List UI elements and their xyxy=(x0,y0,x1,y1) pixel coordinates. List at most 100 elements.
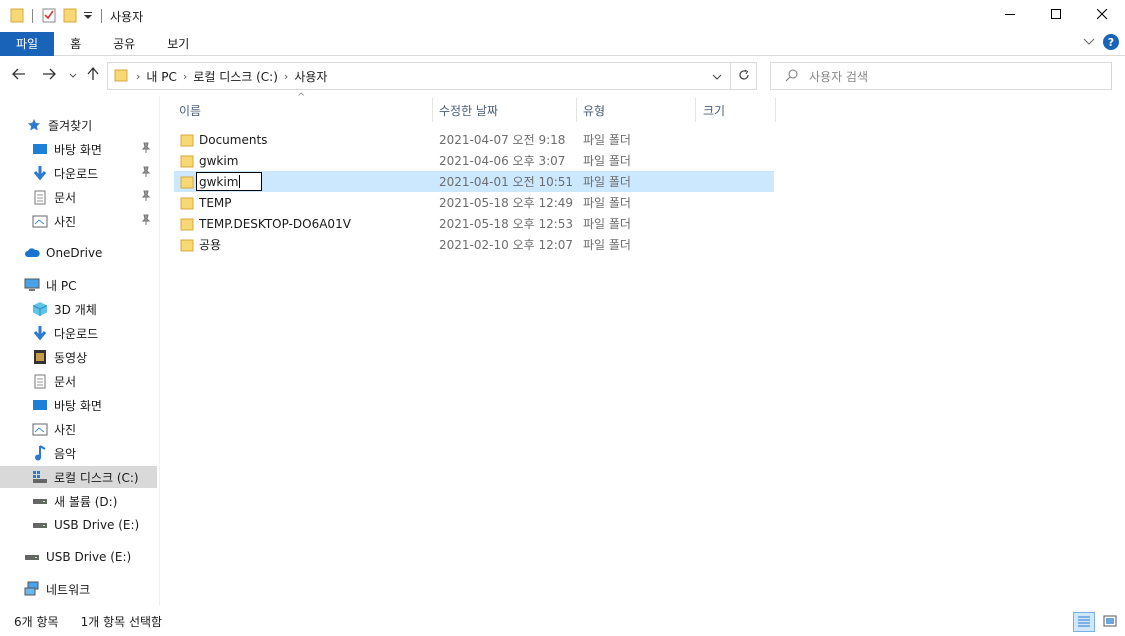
table-row[interactable]: gwkim 2021-04-06 오후 3:07 파일 폴더 xyxy=(174,150,774,171)
file-type: 파일 폴더 xyxy=(583,133,631,147)
drive-icon xyxy=(32,517,48,533)
sidebar-item-label: 새 볼륨 (D:) xyxy=(54,494,118,509)
file-date-modified: 2021-04-06 오후 3:07 xyxy=(439,154,566,168)
column-header-type[interactable]: 유형 xyxy=(583,96,605,124)
tab-view[interactable]: 보기 xyxy=(151,32,205,56)
search-box[interactable]: 사용자 검색 xyxy=(770,62,1112,90)
column-divider[interactable] xyxy=(432,98,433,122)
sidebar-item-3d-objects[interactable]: 3D 개체 xyxy=(0,298,157,320)
address-bar[interactable]: › 내 PC › 로컬 디스크 (C:) › 사용자 xyxy=(107,62,757,90)
help-icon[interactable]: ? xyxy=(1103,34,1119,50)
music-icon xyxy=(32,445,48,461)
table-row[interactable]: 공용 2021-02-10 오후 12:07 파일 폴더 xyxy=(174,234,774,255)
file-type: 파일 폴더 xyxy=(583,154,631,168)
sidebar-item-desktop[interactable]: 바탕 화면 xyxy=(0,394,157,416)
column-header-name[interactable]: 이름 xyxy=(179,96,201,124)
table-row[interactable]: TEMP.DESKTOP-DO6A01V 2021-05-18 오후 12:53… xyxy=(174,213,774,234)
expand-ribbon-icon[interactable] xyxy=(1083,35,1095,49)
sidebar-item-desktop-pinned[interactable]: 바탕 화면 xyxy=(0,138,157,160)
chevron-down-icon xyxy=(712,69,722,83)
window-title: 사용자 xyxy=(110,9,144,24)
sidebar-item-label: 사진 xyxy=(54,214,77,229)
customize-toolbar-icon[interactable] xyxy=(83,9,93,24)
sidebar-item-usb-drive-e-root[interactable]: USB Drive (E:) xyxy=(0,546,157,568)
breadcrumb-users[interactable]: 사용자 xyxy=(294,68,327,85)
breadcrumb-separator[interactable]: › xyxy=(136,70,140,83)
sidebar-item-label: 바탕 화면 xyxy=(54,398,102,413)
sidebar-item-label: 문서 xyxy=(54,190,77,205)
status-bar: 6개 항목 1개 항목 선택함 xyxy=(0,606,1125,636)
computer-icon xyxy=(24,277,40,293)
breadcrumb-this-pc[interactable]: 내 PC xyxy=(146,68,176,85)
pin-icon[interactable] xyxy=(141,190,151,205)
pin-icon[interactable] xyxy=(141,214,151,229)
sort-ascending-icon: ^ xyxy=(297,92,306,103)
recent-locations-button[interactable] xyxy=(64,66,82,84)
forward-button[interactable] xyxy=(40,66,58,84)
breadcrumb-separator[interactable]: › xyxy=(183,70,187,83)
sidebar-item-music[interactable]: 음악 xyxy=(0,442,157,464)
navigation-bar: › 내 PC › 로컬 디스크 (C:) › 사용자 사용자 검색 xyxy=(0,60,1125,92)
sidebar-item-documents-pinned[interactable]: 문서 xyxy=(0,186,157,208)
sidebar-item-local-disk-c[interactable]: 로컬 디스크 (C:) xyxy=(0,466,157,488)
maximize-button[interactable] xyxy=(1033,0,1079,32)
file-list: ^ 이름 수정한 날짜 유형 크기 Documents 2021-04-07 오… xyxy=(172,92,1125,606)
pin-icon[interactable] xyxy=(141,166,151,181)
large-icons-view-button[interactable] xyxy=(1099,612,1121,632)
sidebar-item-usb-drive-e[interactable]: USB Drive (E:) xyxy=(0,514,157,536)
minimize-button[interactable] xyxy=(987,0,1033,32)
network-icon xyxy=(24,581,40,597)
pin-icon[interactable] xyxy=(141,142,151,157)
sidebar-item-this-pc[interactable]: 내 PC xyxy=(0,274,157,296)
new-folder-icon[interactable] xyxy=(63,7,77,26)
maximize-icon xyxy=(1050,9,1062,23)
properties-icon[interactable] xyxy=(41,7,57,26)
table-row[interactable]: gwkim 2021-04-01 오전 10:51 파일 폴더 xyxy=(174,171,774,192)
arrow-left-icon xyxy=(12,68,26,83)
sidebar-item-label: 로컬 디스크 (C:) xyxy=(54,470,139,485)
sidebar-item-quick-access[interactable]: 즐겨찾기 xyxy=(0,114,157,136)
tab-file[interactable]: 파일 xyxy=(0,31,55,56)
breadcrumb-separator[interactable]: › xyxy=(284,70,288,83)
sidebar-item-label: OneDrive xyxy=(46,246,103,260)
column-divider[interactable] xyxy=(576,98,577,122)
tab-home[interactable]: 홈 xyxy=(54,32,97,56)
sidebar-item-onedrive[interactable]: OneDrive xyxy=(0,242,157,264)
column-divider[interactable] xyxy=(775,98,776,122)
folder-icon[interactable] xyxy=(10,7,24,26)
file-date-modified: 2021-05-18 오후 12:53 xyxy=(439,217,574,231)
document-icon xyxy=(32,189,48,205)
details-view-button[interactable] xyxy=(1073,612,1095,632)
column-divider[interactable] xyxy=(695,98,696,122)
address-dropdown-button[interactable] xyxy=(706,63,728,89)
sidebar-item-downloads-pinned[interactable]: 다운로드 xyxy=(0,162,157,184)
back-button[interactable] xyxy=(10,66,28,84)
sidebar-item-new-volume-d[interactable]: 새 볼륨 (D:) xyxy=(0,490,157,512)
tab-share[interactable]: 공유 xyxy=(97,32,151,56)
file-type: 파일 폴더 xyxy=(583,238,631,252)
folder-icon xyxy=(180,192,194,213)
sidebar-item-network[interactable]: 네트워크 xyxy=(0,578,157,600)
up-button[interactable] xyxy=(84,66,102,84)
sidebar-item-pictures-pinned[interactable]: 사진 xyxy=(0,210,157,232)
ribbon-tabs: 파일 홈 공유 보기 ? xyxy=(0,31,1125,56)
file-type: 파일 폴더 xyxy=(583,196,631,210)
rename-field[interactable]: gwkim xyxy=(196,171,262,192)
column-header-size[interactable]: 크기 xyxy=(703,96,725,124)
folder-icon xyxy=(114,68,128,85)
download-icon xyxy=(32,325,48,341)
column-header-date-modified[interactable]: 수정한 날짜 xyxy=(439,96,498,124)
sidebar-item-documents[interactable]: 문서 xyxy=(0,370,157,392)
sidebar-item-downloads[interactable]: 다운로드 xyxy=(0,322,157,344)
table-row[interactable]: Documents 2021-04-07 오전 9:18 파일 폴더 xyxy=(174,129,774,150)
sidebar-item-pictures[interactable]: 사진 xyxy=(0,418,157,440)
close-button[interactable] xyxy=(1079,0,1125,32)
table-row[interactable]: TEMP 2021-05-18 오후 12:49 파일 폴더 xyxy=(174,192,774,213)
download-icon xyxy=(32,165,48,181)
refresh-button[interactable] xyxy=(730,63,756,89)
sidebar-item-videos[interactable]: 동영상 xyxy=(0,346,157,368)
file-date-modified: 2021-02-10 오후 12:07 xyxy=(439,238,574,252)
toolbar-divider xyxy=(101,9,102,23)
sidebar-item-label: 네트워크 xyxy=(46,582,91,597)
breadcrumb-local-disk[interactable]: 로컬 디스크 (C:) xyxy=(193,68,278,85)
